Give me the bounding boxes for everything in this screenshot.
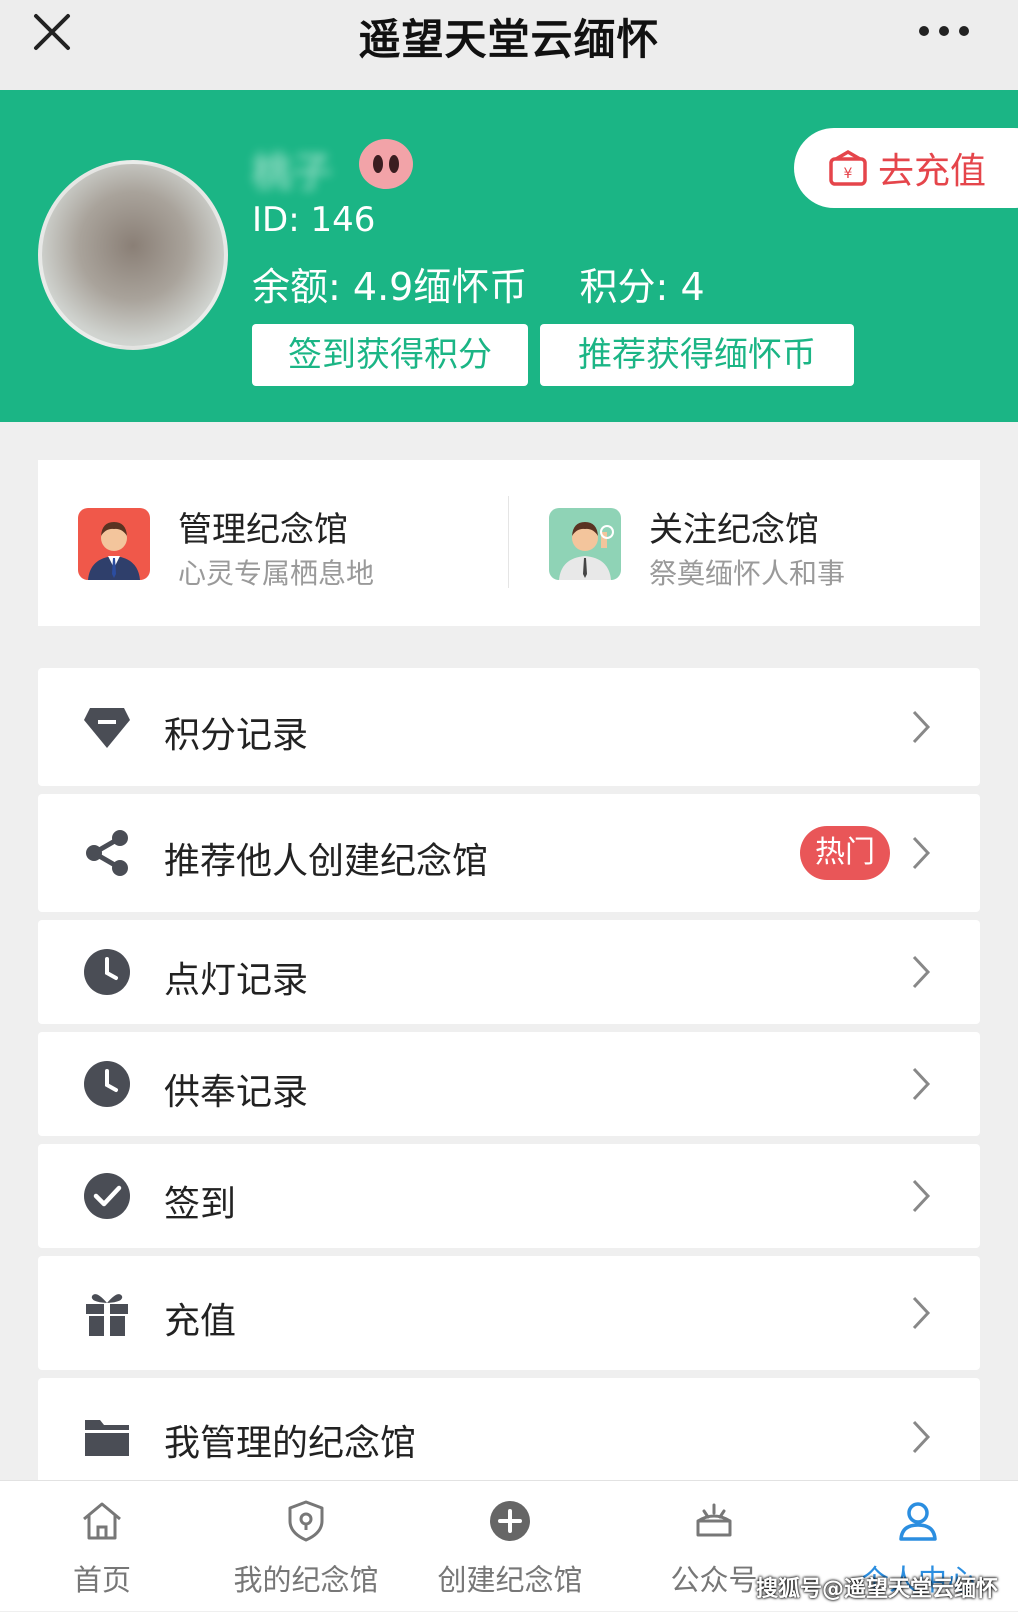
balance-line: 余额: 4.9缅怀币 积分: 4: [252, 256, 705, 311]
chevron-right-icon: [912, 955, 931, 989]
menu-item-checkin[interactable]: 签到: [38, 1144, 980, 1248]
menu-label: 供奉记录: [164, 1072, 309, 1113]
bottom-tab-bar: 首页 我的纪念馆 创建纪念馆 公众号 个人中心 搜狐号@遥望天堂云缅怀: [0, 1480, 1018, 1611]
menu-label: 我管理的纪念馆: [164, 1423, 417, 1464]
folder-icon: [85, 1420, 129, 1456]
menu-item-offering-record[interactable]: 供奉记录: [38, 1032, 980, 1136]
menu-label: 点灯记录: [164, 960, 309, 1001]
profile-header: 桃子 ID: 146 余额: 4.9缅怀币 积分: 4 签到获得积分 推荐获得缅…: [0, 90, 1018, 422]
home-icon: [83, 1502, 121, 1540]
diamond-icon: [84, 708, 130, 748]
checkin-points-button[interactable]: 签到获得积分: [252, 324, 528, 386]
chevron-right-icon: [912, 1067, 931, 1101]
follow-memorial-shortcut[interactable]: 关注纪念馆 祭奠缅怀人和事: [509, 460, 980, 626]
tab-label: 首页: [72, 1563, 131, 1597]
page-title: 遥望天堂云缅怀: [358, 15, 660, 64]
menu-item-my-memorials[interactable]: 我管理的纪念馆: [38, 1378, 980, 1488]
chevron-right-icon: [912, 710, 931, 744]
chevron-right-icon: [912, 1296, 931, 1330]
menu-label: 签到: [164, 1184, 237, 1225]
recharge-label: 去充值: [878, 151, 987, 192]
share-icon: [86, 830, 128, 876]
points-value: 4: [680, 265, 705, 309]
tab-label: 创建纪念馆: [437, 1563, 583, 1597]
recommend-coins-button[interactable]: 推荐获得缅怀币: [540, 324, 854, 386]
menu-item-lamp-record[interactable]: 点灯记录: [38, 920, 980, 1024]
menu-label: 积分记录: [164, 715, 309, 756]
tab-create-memorial[interactable]: 创建纪念馆: [408, 1481, 612, 1612]
points-label: 积分:: [579, 265, 669, 309]
nickname: 桃子: [252, 150, 332, 196]
shortcut-title: 管理纪念馆: [178, 510, 348, 550]
user-id: ID: 146: [252, 200, 376, 240]
balance-value: 4.9缅怀币: [352, 265, 528, 309]
clock-icon: [84, 949, 130, 995]
hot-badge: 热门: [800, 826, 890, 880]
tab-label: 我的纪念馆: [233, 1563, 379, 1597]
gift-icon: [86, 1294, 128, 1336]
follower-avatar-icon: [549, 508, 621, 580]
recharge-button[interactable]: ¥ 去充值: [794, 128, 1018, 208]
manager-avatar-icon: [78, 508, 150, 580]
balance-label: 余额:: [252, 265, 341, 309]
user-icon: [899, 1502, 937, 1541]
avatar[interactable]: [38, 160, 228, 350]
chevron-right-icon: [912, 836, 931, 870]
title-bar: 遥望天堂云缅怀: [0, 0, 1018, 90]
menu-item-recommend[interactable]: 推荐他人创建纪念馆 热门: [38, 794, 980, 912]
clock-icon: [84, 1061, 130, 1107]
menu-label: 充值: [164, 1301, 237, 1342]
check-circle-icon: [84, 1173, 130, 1219]
chevron-right-icon: [912, 1420, 931, 1454]
shortcut-card: 管理纪念馆 心灵专属栖息地 关注纪念馆 祭奠缅怀人和事: [38, 460, 980, 626]
svg-text:¥: ¥: [844, 166, 853, 182]
broadcast-icon: [696, 1503, 732, 1537]
menu-item-points-record[interactable]: 积分记录: [38, 668, 980, 786]
wallet-icon: ¥: [829, 149, 867, 186]
manage-memorial-shortcut[interactable]: 管理纪念馆 心灵专属栖息地: [38, 460, 509, 626]
menu-label: 推荐他人创建纪念馆: [164, 841, 489, 882]
shortcut-title: 关注纪念馆: [649, 510, 819, 550]
pig-icon: [359, 139, 413, 189]
chevron-right-icon: [912, 1179, 931, 1213]
shield-icon: [288, 1500, 324, 1542]
shortcut-subtitle: 祭奠缅怀人和事: [649, 557, 846, 590]
plus-circle-icon: [490, 1501, 530, 1541]
watermark: 搜狐号@遥望天堂云缅怀: [755, 1577, 998, 1602]
menu-item-recharge[interactable]: 充值: [38, 1256, 980, 1370]
more-icon[interactable]: [918, 24, 970, 38]
tab-home[interactable]: 首页: [0, 1481, 204, 1612]
shortcut-subtitle: 心灵专属栖息地: [178, 557, 375, 590]
tab-my-memorials[interactable]: 我的纪念馆: [204, 1481, 408, 1612]
